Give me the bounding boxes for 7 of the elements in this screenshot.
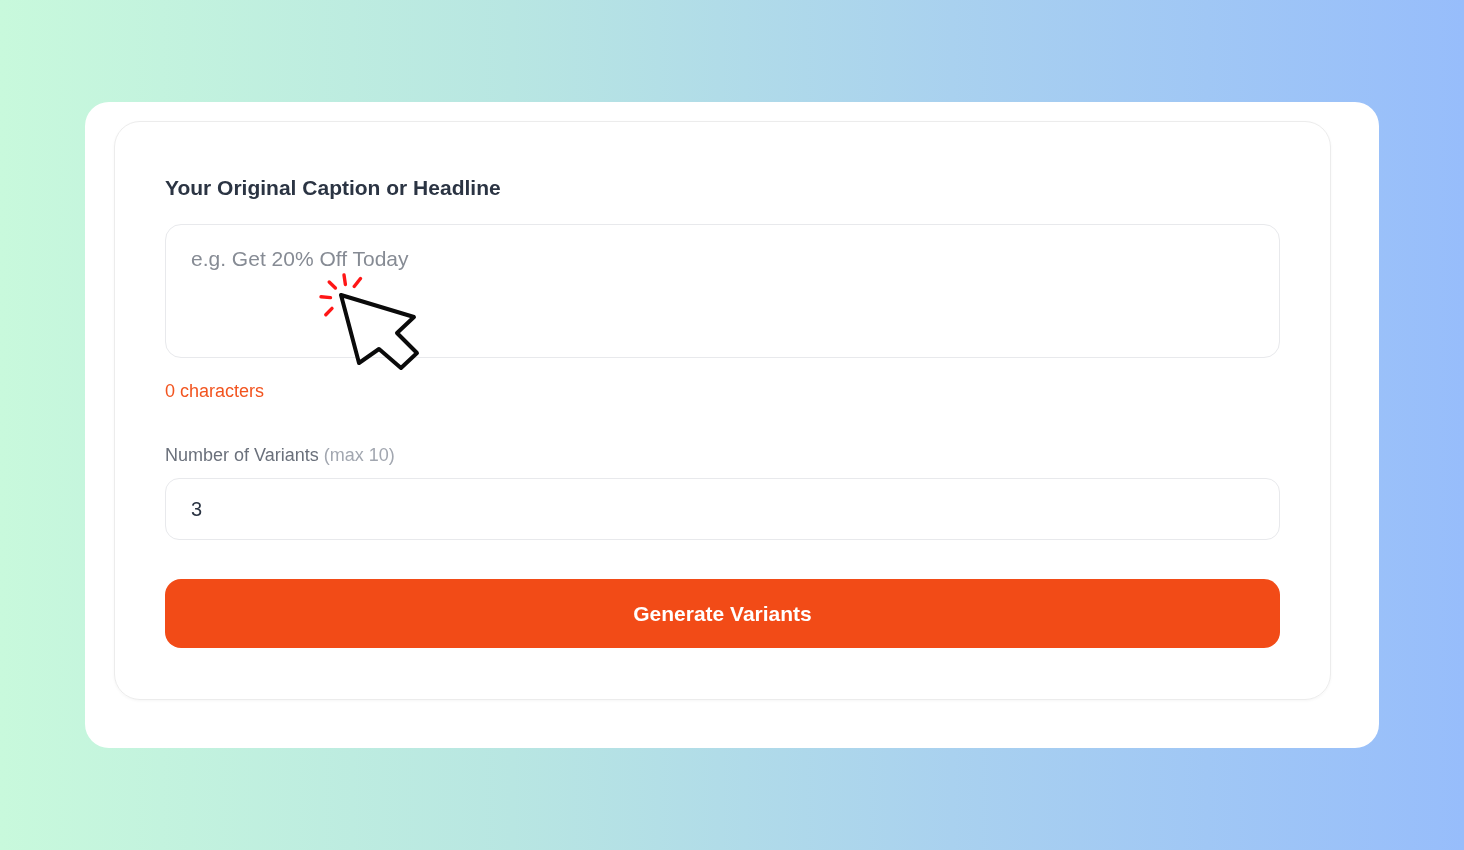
variants-input-field[interactable]: 3 bbox=[165, 478, 1280, 540]
variants-field-label: Number of Variants (max 10) bbox=[165, 444, 395, 467]
caption-field-label: Your Original Caption or Headline bbox=[165, 175, 501, 201]
generate-variants-button[interactable]: Generate Variants bbox=[165, 579, 1280, 648]
caption-input-field[interactable]: e.g. Get 20% Off Today bbox=[165, 224, 1280, 358]
cursor-click-icon bbox=[319, 272, 420, 371]
character-count: 0 characters bbox=[165, 380, 265, 403]
